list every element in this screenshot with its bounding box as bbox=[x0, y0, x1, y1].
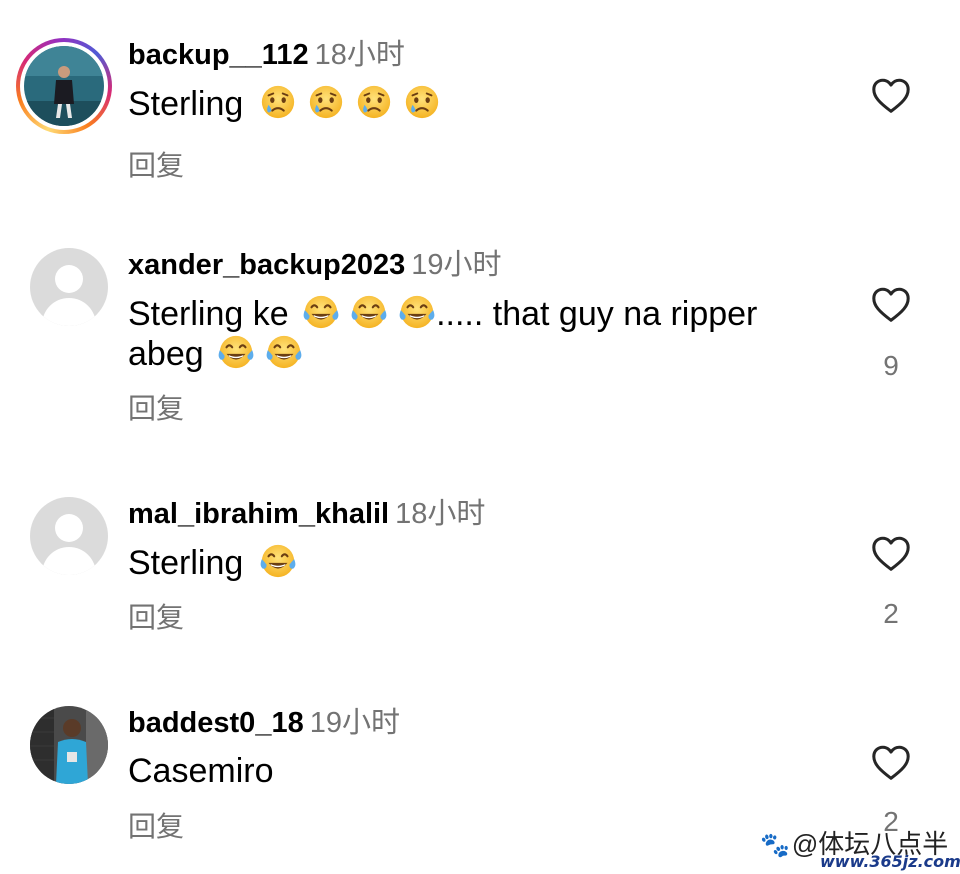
like-heart-icon[interactable] bbox=[870, 285, 912, 325]
like-count: 9 bbox=[883, 350, 899, 381]
avatar[interactable] bbox=[30, 706, 108, 784]
avatar bbox=[24, 46, 104, 126]
reply-button[interactable]: 回复 bbox=[128, 150, 184, 182]
comment-text-line2: abeg bbox=[128, 333, 828, 374]
tears-of-joy-emoji bbox=[302, 293, 340, 331]
comment-text: Sterling bbox=[128, 83, 828, 124]
tears-of-joy-emoji bbox=[350, 293, 388, 331]
reply-button[interactable]: 回复 bbox=[128, 602, 184, 634]
timestamp: 19小时 bbox=[411, 249, 502, 281]
avatar[interactable] bbox=[30, 497, 108, 575]
tears-of-joy-emoji bbox=[259, 542, 297, 580]
comment-text: Sterling bbox=[128, 542, 828, 583]
comment-meta: mal_ibrahim_khalil 18小时 bbox=[128, 497, 485, 531]
tears-of-joy-emoji bbox=[265, 333, 303, 371]
username[interactable]: baddest0_18 bbox=[128, 707, 304, 739]
crying-face-emoji bbox=[403, 83, 441, 121]
reply-button[interactable]: 回复 bbox=[128, 393, 184, 425]
story-ring-avatar[interactable] bbox=[16, 38, 112, 134]
username[interactable]: xander_backup2023 bbox=[128, 249, 405, 281]
timestamp: 18小时 bbox=[314, 39, 405, 71]
tears-of-joy-emoji bbox=[398, 293, 436, 331]
comment-text: Sterling ke ..... that guy na ripper bbox=[128, 293, 758, 333]
like-heart-icon[interactable] bbox=[870, 534, 912, 574]
crying-face-emoji bbox=[307, 83, 345, 121]
avatar[interactable] bbox=[30, 248, 108, 326]
like-heart-icon[interactable] bbox=[870, 76, 912, 116]
timestamp: 19小时 bbox=[309, 707, 400, 739]
timestamp: 18小时 bbox=[395, 498, 486, 530]
comment-text: Casemiro bbox=[128, 752, 274, 790]
like-count: 2 bbox=[883, 598, 899, 629]
comment-meta: backup__112 18小时 bbox=[128, 38, 405, 72]
paw-icon: 🐾 bbox=[760, 832, 790, 859]
comment-meta: baddest0_18 19小时 bbox=[128, 706, 400, 740]
tears-of-joy-emoji bbox=[217, 333, 255, 371]
crying-face-emoji bbox=[259, 83, 297, 121]
crying-face-emoji bbox=[355, 83, 393, 121]
username[interactable]: backup__112 bbox=[128, 39, 309, 71]
comment-meta: xander_backup2023 19小时 bbox=[128, 248, 502, 282]
reply-button[interactable]: 回复 bbox=[128, 811, 184, 843]
username[interactable]: mal_ibrahim_khalil bbox=[128, 498, 389, 530]
watermark-url: www.365jz.com bbox=[820, 852, 960, 871]
like-heart-icon[interactable] bbox=[870, 743, 912, 783]
